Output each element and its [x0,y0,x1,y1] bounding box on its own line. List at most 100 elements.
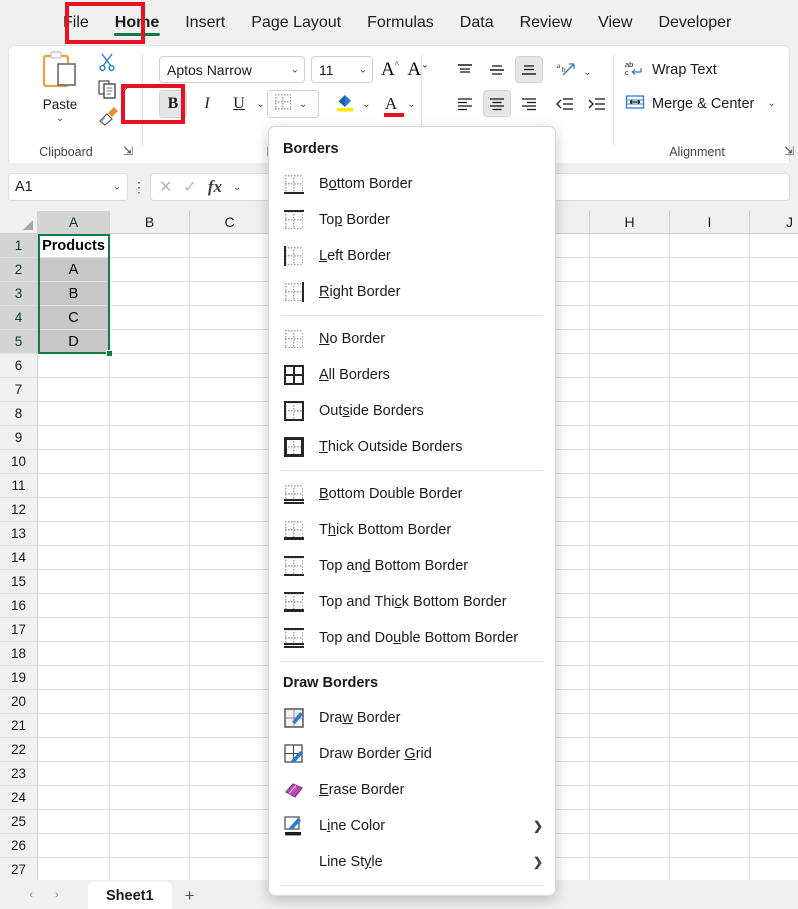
cell-A26[interactable] [38,834,110,858]
cell-C9[interactable] [190,426,270,450]
cell-H6[interactable] [590,354,670,378]
cell-B9[interactable] [110,426,190,450]
row-header-17[interactable]: 17 [0,618,38,642]
menu-item-more-borders[interactable]: More Borders... [269,891,555,895]
borders-button[interactable]: ⌄ [267,90,319,118]
row-header-7[interactable]: 7 [0,378,38,402]
cell-A2[interactable]: A [38,258,110,282]
tab-insert[interactable]: Insert [172,8,238,38]
cell-J7[interactable] [750,378,798,402]
cell-A14[interactable] [38,546,110,570]
copy-button[interactable] [97,79,117,104]
cell-H25[interactable] [590,810,670,834]
menu-item-draw-border-grid[interactable]: Draw Border Grid [269,736,555,772]
add-sheet-button[interactable]: + [172,882,208,909]
cell-H9[interactable] [590,426,670,450]
cell-I7[interactable] [670,378,750,402]
cell-B14[interactable] [110,546,190,570]
row-header-19[interactable]: 19 [0,666,38,690]
row-header-25[interactable]: 25 [0,810,38,834]
copy-chevron-down-icon[interactable]: ⌄ [121,82,129,93]
cell-I27[interactable] [670,858,750,880]
cell-A15[interactable] [38,570,110,594]
cell-A18[interactable] [38,642,110,666]
paste-button[interactable]: Paste ⌄ [29,50,91,136]
cell-J6[interactable] [750,354,798,378]
cell-C2[interactable] [190,258,270,282]
cell-B2[interactable] [110,258,190,282]
cell-B11[interactable] [110,474,190,498]
menu-item-left-border[interactable]: Left Border [269,238,555,274]
cell-I15[interactable] [670,570,750,594]
row-header-24[interactable]: 24 [0,786,38,810]
font-name-chevron-down-icon[interactable]: ⌄ [291,64,299,75]
menu-item-line-style[interactable]: Line Style ❯ [269,844,555,880]
cell-C22[interactable] [190,738,270,762]
cell-H19[interactable] [590,666,670,690]
cell-I6[interactable] [670,354,750,378]
tab-home[interactable]: Home [102,8,172,38]
cell-B18[interactable] [110,642,190,666]
row-header-22[interactable]: 22 [0,738,38,762]
cell-C18[interactable] [190,642,270,666]
insert-function-icon[interactable]: fx [208,177,222,197]
tab-review[interactable]: Review [507,8,585,38]
font-size-input[interactable]: 11 ⌄ [311,56,373,83]
cell-C13[interactable] [190,522,270,546]
cell-I13[interactable] [670,522,750,546]
grow-font-button[interactable]: A^ [377,56,403,83]
align-top-button[interactable] [451,56,479,83]
row-header-4[interactable]: 4 [0,306,38,330]
cell-A27[interactable] [38,858,110,880]
menu-item-top-and-thick-bottom-border[interactable]: Top and Thick Bottom Border [269,584,555,620]
cell-J4[interactable] [750,306,798,330]
tab-data[interactable]: Data [447,8,507,38]
row-header-23[interactable]: 23 [0,762,38,786]
cell-B16[interactable] [110,594,190,618]
cell-H2[interactable] [590,258,670,282]
cell-J13[interactable] [750,522,798,546]
cell-I18[interactable] [670,642,750,666]
cell-B1[interactable] [110,234,190,258]
cell-I9[interactable] [670,426,750,450]
font-color-button[interactable]: A [377,90,405,118]
cell-H20[interactable] [590,690,670,714]
cell-H26[interactable] [590,834,670,858]
clipboard-dialog-launcher-icon[interactable]: ⇲ [123,144,133,158]
cell-I26[interactable] [670,834,750,858]
cell-A12[interactable] [38,498,110,522]
orientation-chevron-down-icon[interactable]: ⌄ [579,58,596,86]
cell-I25[interactable] [670,810,750,834]
menu-item-bottom-double-border[interactable]: Bottom Double Border [269,476,555,512]
cell-J19[interactable] [750,666,798,690]
font-name-input[interactable]: Aptos Narrow ⌄ [159,56,305,83]
text-orientation-button[interactable]: a b [553,56,581,83]
cell-B12[interactable] [110,498,190,522]
format-painter-button[interactable] [97,106,119,131]
cell-C6[interactable] [190,354,270,378]
cell-B15[interactable] [110,570,190,594]
menu-item-outside-borders[interactable]: Outside Borders [269,393,555,429]
cell-A5[interactable]: D [38,330,110,354]
row-header-21[interactable]: 21 [0,714,38,738]
menu-item-thick-bottom-border[interactable]: Thick Bottom Border [269,512,555,548]
cell-C16[interactable] [190,594,270,618]
cell-C11[interactable] [190,474,270,498]
cell-A8[interactable] [38,402,110,426]
cell-C5[interactable] [190,330,270,354]
menu-item-right-border[interactable]: Right Border [269,274,555,310]
cell-I8[interactable] [670,402,750,426]
align-right-button[interactable] [515,90,543,117]
cell-B4[interactable] [110,306,190,330]
cell-H8[interactable] [590,402,670,426]
shrink-font-button[interactable]: A⌄ [405,56,431,83]
cell-H22[interactable] [590,738,670,762]
cell-J10[interactable] [750,450,798,474]
cell-A4[interactable]: C [38,306,110,330]
cell-B27[interactable] [110,858,190,880]
tab-formulas[interactable]: Formulas [354,8,447,38]
align-middle-button[interactable] [483,56,511,83]
alignment-dialog-launcher-icon[interactable]: ⇲ [784,144,794,158]
cell-I24[interactable] [670,786,750,810]
tab-view[interactable]: View [585,8,645,38]
